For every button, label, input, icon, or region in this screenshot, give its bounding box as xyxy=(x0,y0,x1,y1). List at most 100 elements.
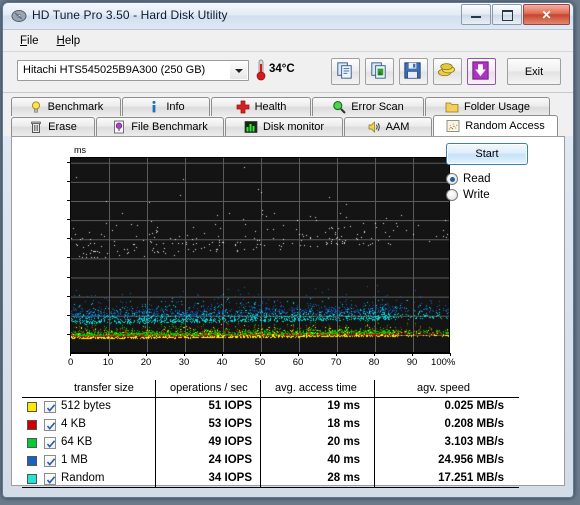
tab-erase[interactable]: Erase xyxy=(11,117,95,136)
minimize-button[interactable] xyxy=(461,4,491,25)
tab-random-access[interactable]: Random Access xyxy=(433,115,558,136)
table-row: Random 34 IOPS 28 ms 17.251 MB/s xyxy=(22,470,519,488)
gold-coins-icon xyxy=(437,63,456,77)
radio-read-indicator[interactable] xyxy=(446,173,458,185)
speed-value: 3.103 MB/s xyxy=(444,436,504,448)
operations-value: 49 IOPS xyxy=(208,436,252,448)
tab-folder-usage[interactable]: Folder Usage xyxy=(425,97,550,116)
x-tick-mark xyxy=(184,353,185,356)
x-tick-label: 70 xyxy=(330,357,342,368)
x-tick-mark xyxy=(450,353,451,356)
operations-value: 51 IOPS xyxy=(208,400,252,412)
x-tick-label: 30 xyxy=(178,357,190,368)
checkmark-icon xyxy=(46,422,56,430)
lightbulb-icon xyxy=(31,101,40,113)
tab-info-label: Info xyxy=(166,101,185,113)
options-button[interactable] xyxy=(433,58,462,85)
radio-write[interactable]: Write xyxy=(446,189,490,201)
checkmark-icon xyxy=(46,404,56,412)
transfer-size-value: Random xyxy=(61,472,105,484)
thermometer-icon xyxy=(256,59,266,81)
transfer-size-value: 64 KB xyxy=(61,436,93,448)
menu-help[interactable]: Help xyxy=(48,33,90,49)
access-time-value: 20 ms xyxy=(327,436,360,448)
copy-to-clipboard-button[interactable] xyxy=(331,58,360,85)
folder-icon xyxy=(445,102,459,113)
tab-disk-monitor-label: Disk monitor xyxy=(262,121,325,133)
start-button[interactable]: Start xyxy=(446,143,528,165)
x-tick-mark xyxy=(108,353,109,356)
drive-select-value: Hitachi HTS545025B9A300 (250 GB) xyxy=(23,64,206,76)
x-tick-mark xyxy=(298,353,299,356)
red-cross-icon xyxy=(236,100,249,114)
x-tick-label: 20 xyxy=(140,357,152,368)
info-icon xyxy=(152,100,156,113)
menu-file[interactable]: File xyxy=(11,33,48,49)
magnifier-icon xyxy=(333,101,346,114)
tab-error-scan[interactable]: Error Scan xyxy=(312,97,424,116)
access-time-value: 40 ms xyxy=(327,454,360,466)
download-arrow-icon xyxy=(472,61,489,80)
bar-chart-icon xyxy=(244,121,258,133)
series-color-swatch xyxy=(27,420,37,430)
tab-benchmark[interactable]: Benchmark xyxy=(11,97,121,116)
download-update-button[interactable] xyxy=(467,58,496,85)
exit-button-label: Exit xyxy=(524,65,544,78)
close-button[interactable]: ✕ xyxy=(523,4,570,25)
chevron-down-icon[interactable] xyxy=(230,62,247,79)
tab-row-1: Benchmark Info Health Error Scan Folder … xyxy=(11,97,565,116)
series-checkbox[interactable] xyxy=(44,437,56,449)
drive-select[interactable]: Hitachi HTS545025B9A300 (250 GB) xyxy=(17,60,249,81)
transfer-size-value: 1 MB xyxy=(61,454,88,466)
x-tick-mark xyxy=(70,353,71,356)
copy-documents-icon xyxy=(337,62,352,79)
tab-aam-label: AAM xyxy=(385,121,410,133)
toolbar: Hitachi HTS545025B9A300 (250 GB) 34°C Ex… xyxy=(3,52,573,93)
results-table-bottom-border xyxy=(22,487,519,488)
tab-disk-monitor[interactable]: Disk monitor xyxy=(225,117,343,136)
tab-file-benchmark[interactable]: File Benchmark xyxy=(96,117,224,136)
operations-value: 34 IOPS xyxy=(208,472,252,484)
radio-read[interactable]: Read xyxy=(446,173,491,185)
series-color-swatch xyxy=(27,456,37,466)
series-color-swatch xyxy=(27,438,37,448)
series-checkbox[interactable] xyxy=(44,419,56,431)
x-tick-mark xyxy=(146,353,147,356)
tab-row-2: Erase File Benchmark Disk monitor AAM Ra… xyxy=(11,115,565,136)
results-table: transfer size operations / sec avg. acce… xyxy=(22,380,519,488)
menu-bar: File Help xyxy=(3,30,573,52)
series-checkbox[interactable] xyxy=(44,473,56,485)
exit-button[interactable]: Exit xyxy=(507,58,561,85)
temperature-value: 34°C xyxy=(269,63,295,75)
series-checkbox[interactable] xyxy=(44,401,56,413)
x-tick-label: 60 xyxy=(292,357,304,368)
save-button[interactable] xyxy=(399,58,428,85)
tab-health[interactable]: Health xyxy=(211,97,311,116)
tab-folder-usage-label: Folder Usage xyxy=(463,101,531,113)
transfer-size-value: 4 KB xyxy=(61,418,86,430)
tab-error-scan-label: Error Scan xyxy=(351,101,404,113)
scatter-plot-icon xyxy=(446,120,460,132)
access-time-value: 28 ms xyxy=(327,472,360,484)
tab-strip: Benchmark Info Health Error Scan Folder … xyxy=(3,93,573,136)
x-tick-label: 90 xyxy=(406,357,418,368)
maximize-button[interactable] xyxy=(492,4,522,25)
menu-help-label-rest: elp xyxy=(64,34,81,47)
copy-screenshot-button[interactable] xyxy=(365,58,394,85)
x-axis-ticks: 0 10 20 30 40 50 60 70 80 90 100% xyxy=(68,353,455,369)
x-tick-mark xyxy=(222,353,223,356)
toolbar-buttons: Exit xyxy=(331,58,561,85)
series-checkbox[interactable] xyxy=(44,455,56,467)
tab-info[interactable]: Info xyxy=(122,97,210,116)
series-color-swatch xyxy=(27,402,37,412)
tab-benchmark-label: Benchmark xyxy=(47,101,104,113)
tab-aam[interactable]: AAM xyxy=(344,117,432,136)
operations-value: 24 IOPS xyxy=(208,454,252,466)
tab-random-access-label: Random Access xyxy=(465,120,545,132)
scatter-plot-area xyxy=(70,157,450,353)
title-bar: HD Tune Pro 3.50 - Hard Disk Utility ✕ xyxy=(3,3,573,30)
start-button-label: Start xyxy=(475,148,499,160)
radio-write-indicator[interactable] xyxy=(446,189,458,201)
x-tick-label: 100% xyxy=(431,357,456,368)
file-bulb-icon xyxy=(114,120,125,134)
